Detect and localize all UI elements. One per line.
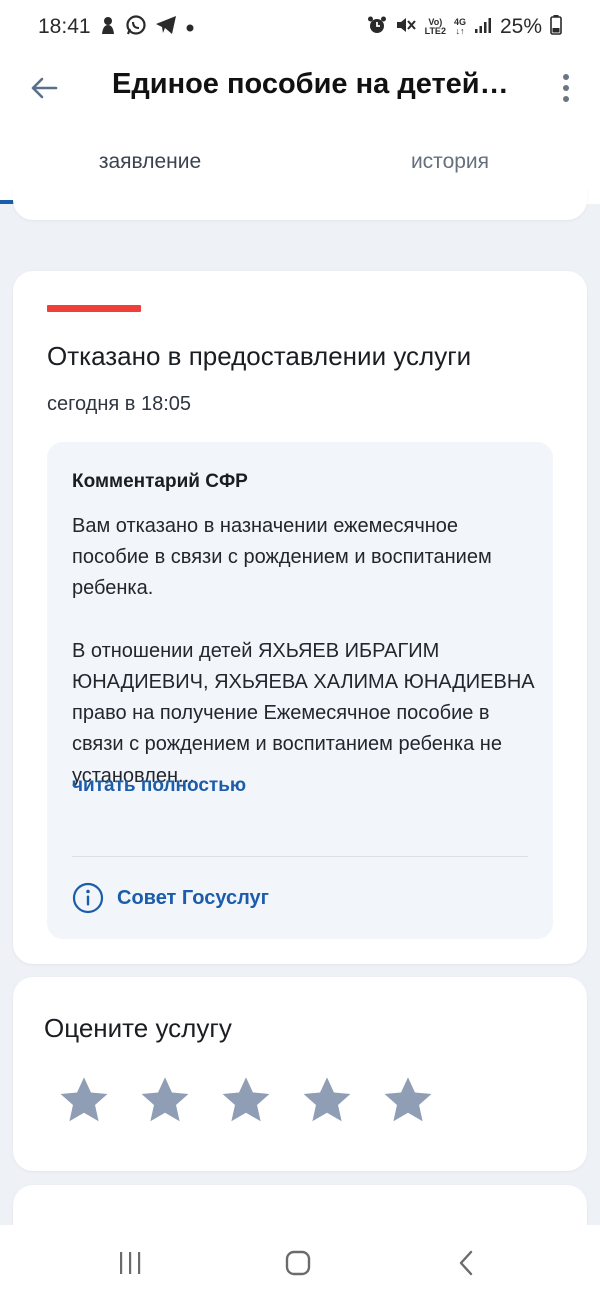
rating-card: Оцените услугу: [13, 977, 587, 1171]
status-accent-bar: [47, 305, 141, 312]
divider: [72, 856, 528, 857]
status-title: Отказано в предоставлении услуги: [47, 341, 472, 371]
app-bar: Единое пособие на детей…: [0, 54, 600, 120]
star-icon[interactable]: [219, 1074, 273, 1128]
net-bottom-label: ↓↑: [455, 26, 465, 36]
home-button[interactable]: [278, 1243, 318, 1283]
star-icon[interactable]: [381, 1074, 435, 1128]
arrow-left-icon: [31, 77, 58, 99]
recent-apps-button[interactable]: [110, 1243, 150, 1283]
page-title: Единое пособие на детей…: [112, 68, 509, 100]
alarm-icon: [367, 15, 387, 39]
volte-icon: Vo) LTE2: [425, 18, 446, 36]
4g-icon: 4G ↓↑: [454, 18, 466, 36]
comment-box: Комментарий СФР Вам отказано в назначени…: [47, 442, 553, 939]
home-icon: [285, 1250, 311, 1276]
back-button[interactable]: [22, 66, 66, 110]
whatsapp-icon: [125, 14, 147, 40]
system-back-button[interactable]: [446, 1243, 486, 1283]
star-icon[interactable]: [57, 1074, 111, 1128]
more-vert-icon: [563, 74, 569, 80]
status-bar: 18:41 Vo) LTE2 4G ↓↑ 25%: [0, 0, 600, 54]
gosuslugi-advice-link[interactable]: Совет Госуслуг: [72, 882, 269, 914]
previous-card: [13, 188, 587, 220]
info-icon: [72, 882, 104, 914]
read-more-link[interactable]: читать полностью: [72, 775, 246, 797]
dot-icon: [185, 18, 195, 37]
recents-icon: [120, 1252, 141, 1274]
mute-icon: [395, 15, 417, 39]
status-time: сегодня в 18:05: [47, 393, 191, 415]
status-time: 18:41: [38, 15, 91, 38]
star-icon[interactable]: [300, 1074, 354, 1128]
comment-title: Комментарий СФР: [72, 471, 248, 492]
advice-label: Совет Госуслуг: [117, 886, 269, 909]
rating-stars: [57, 1074, 435, 1128]
signal-icon: [474, 16, 492, 38]
rating-title: Оцените услугу: [44, 1013, 232, 1043]
chevron-left-icon: [459, 1250, 473, 1276]
battery-icon: [550, 15, 562, 39]
telegram-icon: [155, 15, 177, 39]
monkey-icon: [99, 15, 117, 39]
volte-bottom-label: LTE2: [424, 26, 446, 36]
more-menu-button[interactable]: [546, 66, 586, 110]
battery-text: 25%: [499, 15, 542, 38]
status-card: Отказано в предоставлении услуги сегодня…: [13, 271, 587, 964]
comment-text: Вам отказано в назначении ежемесячное по…: [72, 515, 535, 787]
system-nav-bar: [0, 1225, 600, 1299]
star-icon[interactable]: [138, 1074, 192, 1128]
